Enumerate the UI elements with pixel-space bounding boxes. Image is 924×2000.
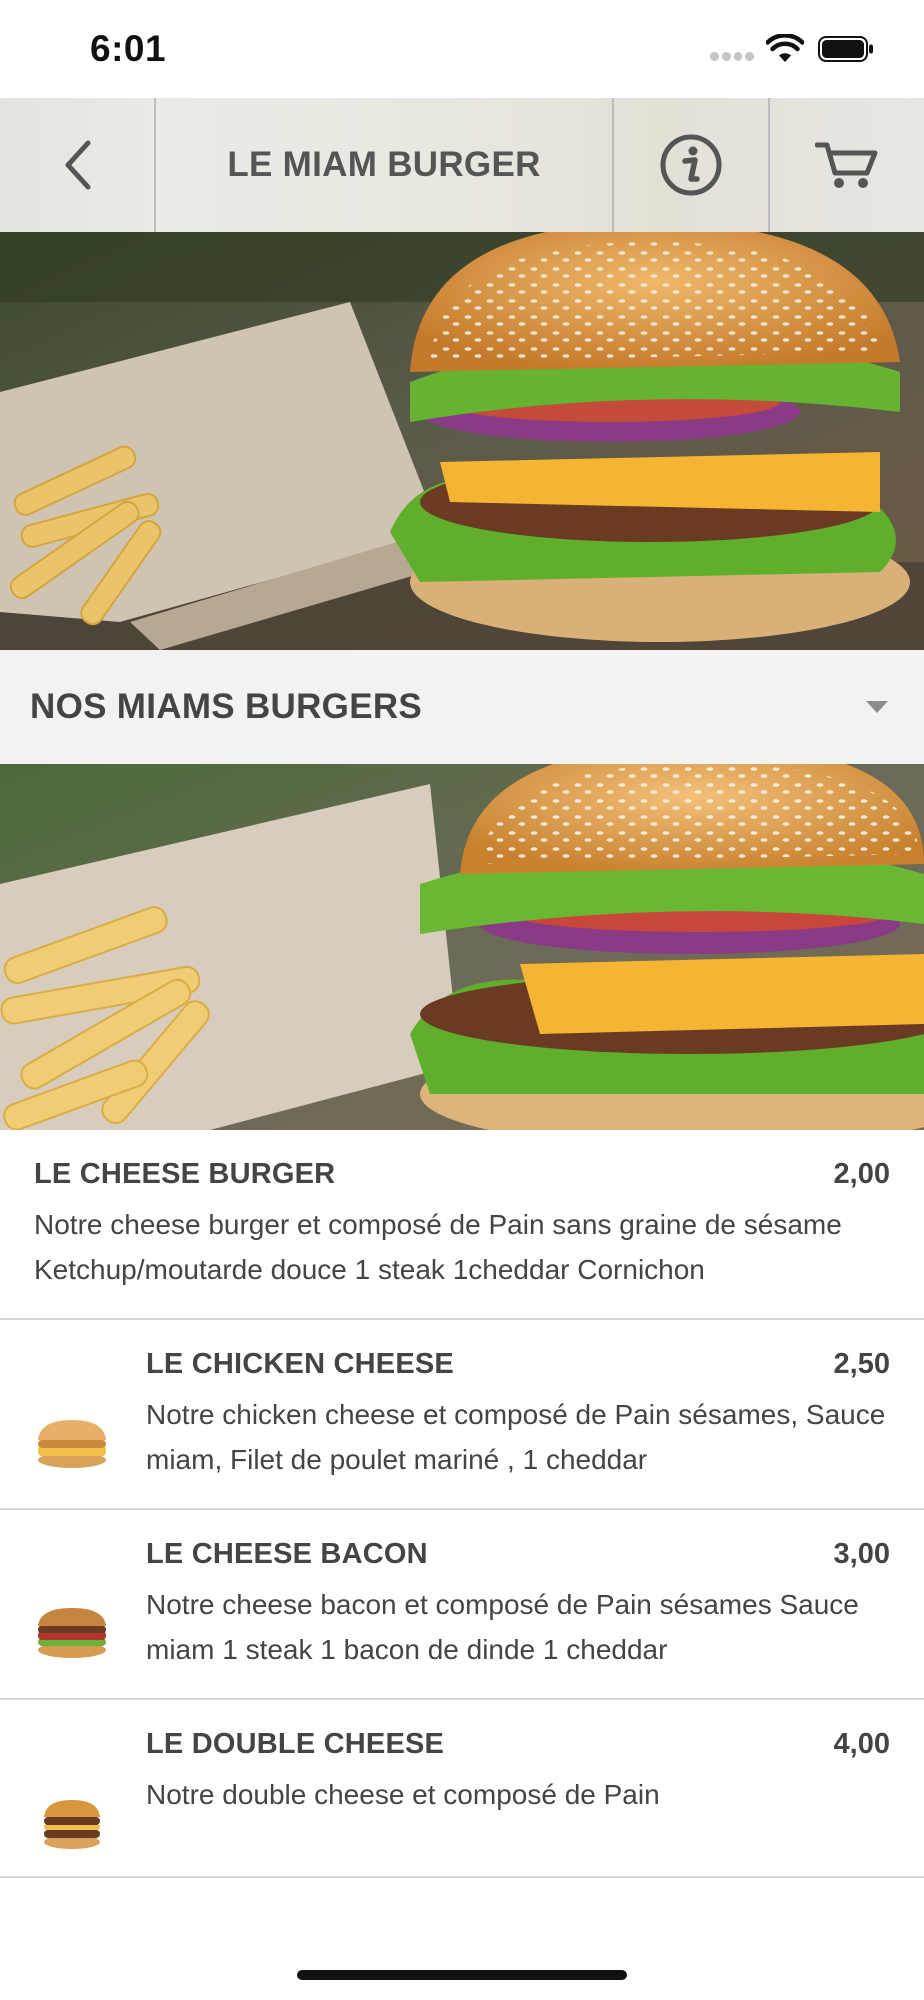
item-name: LE CHEESE BACON: [146, 1538, 428, 1570]
item-description: Notre double cheese et composé de Pain: [146, 1779, 660, 1810]
status-bar: 6:01: [0, 0, 924, 98]
home-indicator[interactable]: [297, 1970, 627, 1980]
cellular-signal-icon: [710, 52, 754, 62]
wifi-icon: [766, 34, 804, 62]
item-description: Notre cheese bacon et composé de Pain sé…: [146, 1589, 859, 1665]
info-button[interactable]: [614, 98, 770, 232]
item-price: 2,50: [833, 1348, 890, 1380]
menu-item[interactable]: LE CHEESE BACON 3,00 Notre cheese bacon …: [0, 1510, 924, 1700]
menu-item[interactable]: LE DOUBLE CHEESE 4,00 Notre double chees…: [0, 1700, 924, 1878]
item-thumbnail: [38, 1420, 106, 1468]
category-dropdown[interactable]: NOS MIAMS BURGERS: [0, 650, 924, 764]
status-time: 6:01: [90, 28, 167, 69]
caret-down-icon: [866, 701, 888, 713]
page-title: LE MIAM BURGER: [227, 145, 541, 184]
menu-list: LE CHEESE BURGER 2,00 Notre cheese burge…: [0, 1130, 924, 1878]
item-price: 3,00: [833, 1538, 890, 1570]
item-description: Notre chicken cheese et composé de Pain …: [146, 1399, 886, 1475]
category-title: NOS MIAMS BURGERS: [30, 687, 423, 726]
bottom-safe-area: [0, 1934, 924, 2000]
item-description: Notre cheese burger et composé de Pain s…: [34, 1209, 842, 1285]
item-name: LE DOUBLE CHEESE: [146, 1728, 445, 1760]
category-image: [0, 764, 924, 1130]
item-price: 2,00: [833, 1158, 890, 1190]
navigation-bar: LE MIAM BURGER: [0, 98, 924, 232]
item-price: 4,00: [833, 1728, 890, 1760]
cart-icon: [815, 142, 878, 188]
info-icon: [660, 134, 722, 196]
restaurant-hero-image: [0, 232, 924, 650]
item-name: LE CHEESE BURGER: [34, 1158, 336, 1190]
screen: 6:01 LE MIAM BURGER NOS MIAMS BURGERS LE…: [0, 0, 924, 2000]
back-button[interactable]: [0, 98, 156, 232]
cart-button[interactable]: [770, 98, 924, 232]
nav-title-container: LE MIAM BURGER: [156, 98, 614, 232]
menu-item[interactable]: LE CHEESE BURGER 2,00 Notre cheese burge…: [0, 1130, 924, 1320]
item-name: LE CHICKEN CHEESE: [146, 1348, 454, 1380]
item-thumbnail: [44, 1800, 100, 1849]
chevron-left-icon: [65, 140, 91, 190]
menu-item[interactable]: LE CHICKEN CHEESE 2,50 Notre chicken che…: [0, 1320, 924, 1510]
battery-icon: [818, 36, 873, 62]
item-thumbnail: [38, 1608, 106, 1658]
